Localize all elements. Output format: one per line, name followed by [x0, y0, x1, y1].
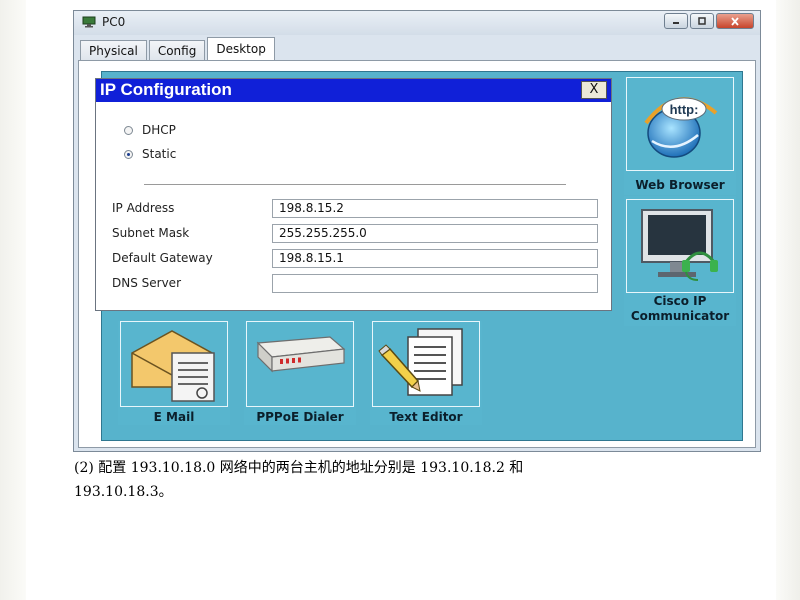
email-icon — [131, 330, 215, 402]
window-title: PC0 — [102, 15, 126, 29]
caption-line-1: (2) 配置 193.10.18.0 网络中的两台主机的地址分别是 193.10… — [74, 460, 524, 476]
maximize-button[interactable] — [690, 13, 714, 29]
app-label: Text Editor — [389, 410, 463, 424]
dialog-titlebar[interactable]: IP Configuration X — [96, 79, 611, 102]
pppoe-dialer-app[interactable]: PPPoE Dialer — [244, 321, 356, 425]
window-titlebar[interactable]: PC0 — [74, 11, 760, 35]
section-divider — [144, 184, 566, 185]
app-label: Web Browser — [635, 178, 725, 192]
tab-desktop[interactable]: Desktop — [207, 37, 275, 60]
tab-config[interactable]: Config — [148, 40, 206, 60]
dhcp-label: DHCP — [142, 123, 176, 137]
app-label: E Mail — [153, 410, 195, 424]
pc-icon — [82, 16, 96, 28]
close-icon — [731, 16, 739, 26]
web-browser-app[interactable]: http: Web Browser — [624, 77, 736, 195]
tab-physical[interactable]: Physical — [80, 40, 147, 60]
dns-server-label: DNS Server — [112, 276, 181, 290]
dhcp-radio[interactable] — [124, 125, 133, 135]
document-caption: (2) 配置 193.10.18.0 网络中的两台主机的地址分别是 193.10… — [74, 456, 764, 504]
minimize-icon — [673, 22, 679, 24]
window-tabs: Physical Config Desktop — [80, 37, 277, 60]
default-gateway-label: Default Gateway — [112, 251, 213, 265]
static-option[interactable]: Static — [124, 146, 176, 162]
text-editor-icon — [378, 328, 463, 396]
ip-address-label: IP Address — [112, 201, 175, 215]
dialog-title: IP Configuration — [100, 80, 232, 99]
dns-server-field[interactable] — [272, 274, 598, 293]
window-controls — [664, 13, 754, 29]
default-gateway-field[interactable]: 198.8.15.1 — [272, 249, 598, 268]
static-label: Static — [142, 147, 177, 161]
static-radio[interactable] — [124, 149, 133, 159]
minimize-button[interactable] — [664, 13, 688, 29]
page-margin-right — [776, 0, 800, 600]
ip-communicator-icon — [641, 209, 718, 281]
email-app[interactable]: E Mail — [118, 321, 230, 425]
subnet-mask-field[interactable]: 255.255.255.0 — [272, 224, 598, 243]
close-button[interactable] — [716, 13, 754, 29]
ip-address-field[interactable]: 198.8.15.2 — [272, 199, 598, 218]
page-margin-left — [0, 0, 26, 600]
browser-icon-text: http: — [670, 102, 699, 117]
dialog-close-button[interactable]: X — [581, 81, 607, 99]
cisco-ip-communicator-app[interactable]: Cisco IP Communicator — [624, 196, 736, 326]
ip-configuration-dialog: IP Configuration X DHCP Static IP Addres… — [95, 78, 612, 311]
caption-line-2: 193.10.18.3。 — [74, 484, 173, 500]
pppoe-dialer-icon — [256, 336, 346, 373]
dhcp-option[interactable]: DHCP — [124, 122, 176, 138]
subnet-mask-label: Subnet Mask — [112, 226, 190, 240]
text-editor-app[interactable]: Text Editor — [370, 321, 482, 425]
web-browser-icon: http: — [644, 97, 718, 158]
app-label: Cisco IP Communicator — [630, 294, 730, 323]
app-label: PPPoE Dialer — [256, 410, 344, 424]
maximize-icon — [698, 17, 706, 25]
